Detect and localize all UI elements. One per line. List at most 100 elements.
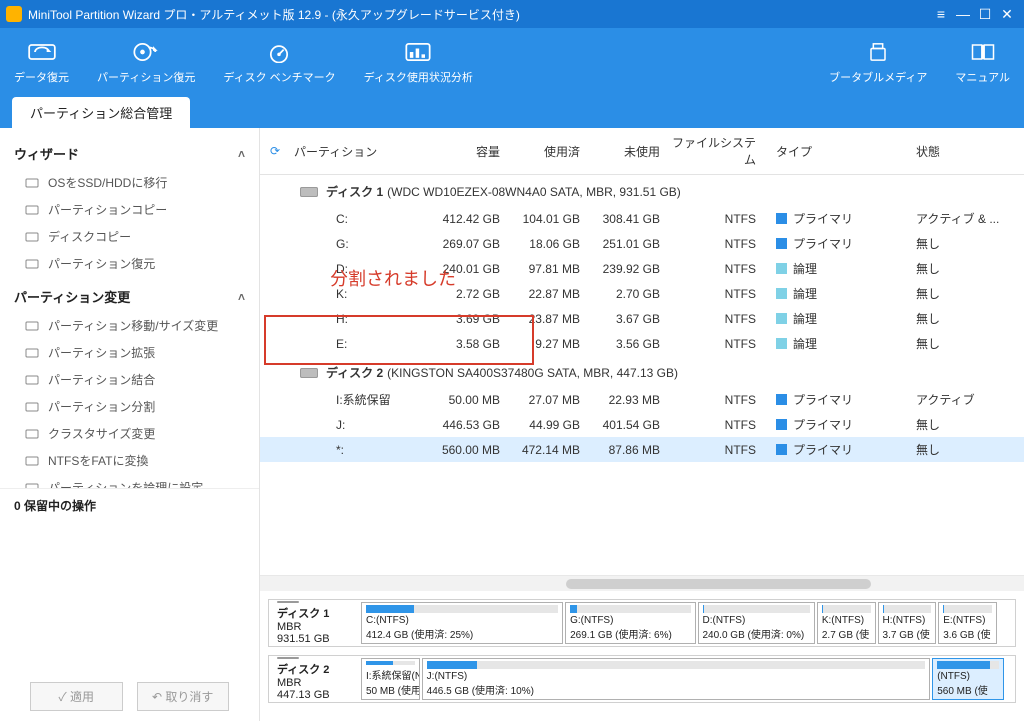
close-button[interactable]: ✕ <box>996 6 1018 23</box>
undo-button[interactable]: ↶ 取り消す <box>137 682 230 711</box>
cell-unused: 3.67 GB <box>590 312 670 326</box>
cell-partition: K: <box>290 287 430 301</box>
disk-header[interactable]: ディスク 1(WDC WD10EZEX-08WN4A0 SATA, MBR, 9… <box>260 175 1024 206</box>
refresh-button[interactable]: ⟳ <box>260 144 290 158</box>
disk-map-partition[interactable]: D:(NTFS)240.0 GB (使用済: 0%) <box>698 602 815 644</box>
tool-disk-benchmark[interactable]: ディスク ベンチマーク <box>209 35 349 91</box>
disk-map-header[interactable]: ディスク 2MBR447.13 GB <box>269 656 359 702</box>
dm-part-name: C:(NTFS) <box>366 615 558 626</box>
dm-part-sub: 3.7 GB (使 <box>883 626 932 641</box>
sidebar-item[interactable]: パーティション分割 <box>0 393 259 420</box>
cell-unused: 22.93 MB <box>590 393 670 407</box>
tool-partition-recovery[interactable]: パーティション復元 <box>83 35 209 91</box>
chevron-up-icon: ˄ <box>238 290 245 304</box>
sidebar-item-label: パーティション分割 <box>48 398 155 415</box>
tool-data-recovery[interactable]: データ復元 <box>0 35 83 91</box>
sidebar-item[interactable]: クラスタサイズ変更 <box>0 420 259 447</box>
disk-map-partition[interactable]: H:(NTFS)3.7 GB (使 <box>878 602 937 644</box>
tool-label: パーティション復元 <box>97 69 195 85</box>
tab-strip: パーティション総合管理 <box>0 98 1024 128</box>
disk-header[interactable]: ディスク 2(KINGSTON SA400S37480G SATA, MBR, … <box>260 356 1024 387</box>
sidebar-item[interactable]: パーティション拡張 <box>0 339 259 366</box>
sidebar-item[interactable]: パーティションを論理に設定 <box>0 474 259 488</box>
disk-map-partition[interactable]: J:(NTFS)446.5 GB (使用済: 10%) <box>422 658 931 700</box>
cell-type: 論理 <box>766 310 906 327</box>
partition-row[interactable]: C:412.42 GB104.01 GB308.41 GBNTFSプライマリアク… <box>260 206 1024 231</box>
cell-type: プライマリ <box>766 235 906 252</box>
cell-type: プライマリ <box>766 391 906 408</box>
sidebar-item-icon <box>24 426 40 442</box>
partition-table-body[interactable]: 分割されました ディスク 1(WDC WD10EZEX-08WN4A0 SATA… <box>260 175 1024 575</box>
cell-fs: NTFS <box>670 418 766 432</box>
partition-row[interactable]: H:3.69 GB23.87 MB3.67 GBNTFS論理無し <box>260 306 1024 331</box>
disk-usage-icon <box>404 41 432 63</box>
partition-row[interactable]: K:2.72 GB22.87 MB2.70 GBNTFS論理無し <box>260 281 1024 306</box>
tab-main[interactable]: パーティション総合管理 <box>12 97 190 128</box>
disk-map-header[interactable]: ディスク 1MBR931.51 GB <box>269 600 359 646</box>
sidebar-header-change[interactable]: パーティション変更 ˄ <box>0 277 259 312</box>
disk-map-partition[interactable]: K:(NTFS)2.7 GB (使 <box>817 602 876 644</box>
dm-part-sub: 446.5 GB (使用済: 10%) <box>427 682 926 697</box>
cell-type: 論理 <box>766 335 906 352</box>
cell-partition: *: <box>290 443 430 457</box>
cell-capacity: 240.01 GB <box>430 262 510 276</box>
partition-row[interactable]: J:446.53 GB44.99 GB401.54 GBNTFSプライマリ無し <box>260 412 1024 437</box>
disk-map-area: ディスク 1MBR931.51 GBC:(NTFS)412.4 GB (使用済:… <box>260 591 1024 721</box>
disk-map-partition[interactable]: (NTFS)560 MB (使 <box>932 658 1004 700</box>
content-area: ⟳ パーティション 容量 使用済 未使用 ファイルシステム タイプ 状態 分割さ… <box>260 128 1024 721</box>
disk-map-partition[interactable]: C:(NTFS)412.4 GB (使用済: 25%) <box>361 602 563 644</box>
type-swatch-icon <box>776 313 787 324</box>
cell-capacity: 269.07 GB <box>430 237 510 251</box>
dm-part-sub: 50 MB (使用 <box>366 682 415 697</box>
col-state: 状態 <box>906 143 1024 160</box>
col-capacity: 容量 <box>430 143 510 160</box>
partition-row[interactable]: *:560.00 MB472.14 MB87.86 MBNTFSプライマリ無し <box>260 437 1024 462</box>
partition-row[interactable]: G:269.07 GB18.06 GB251.01 GBNTFSプライマリ無し <box>260 231 1024 256</box>
cell-unused: 87.86 MB <box>590 443 670 457</box>
cell-unused: 308.41 GB <box>590 212 670 226</box>
chevron-up-icon: ˄ <box>238 147 245 161</box>
cell-used: 97.81 MB <box>510 262 590 276</box>
cell-fs: NTFS <box>670 237 766 251</box>
sidebar-item[interactable]: パーティションコピー <box>0 196 259 223</box>
tool-disk-usage[interactable]: ディスク使用状況分析 <box>350 35 487 91</box>
sidebar-item[interactable]: パーティション移動/サイズ変更 <box>0 312 259 339</box>
disk-map-partition[interactable]: G:(NTFS)269.1 GB (使用済: 6%) <box>565 602 695 644</box>
horizontal-scrollbar[interactable] <box>260 575 1024 591</box>
cell-state: 無し <box>906 441 1024 458</box>
disk-map-partition[interactable]: E:(NTFS)3.6 GB (使 <box>938 602 997 644</box>
sidebar-header-wizard[interactable]: ウィザード ˄ <box>0 134 259 169</box>
partition-row[interactable]: E:3.58 GB9.27 MB3.56 GBNTFS論理無し <box>260 331 1024 356</box>
col-partition: パーティション <box>290 143 430 160</box>
tool-bootable-media[interactable]: ブータブルメディア <box>815 35 941 91</box>
type-swatch-icon <box>776 444 787 455</box>
sidebar-item[interactable]: パーティション復元 <box>0 250 259 277</box>
sidebar-item[interactable]: NTFSをFATに変換 <box>0 447 259 474</box>
dm-part-name: G:(NTFS) <box>570 615 690 626</box>
minimize-button[interactable]: — <box>952 6 974 22</box>
tool-manual[interactable]: マニュアル <box>941 35 1024 91</box>
partition-row[interactable]: I:系統保留50.00 MB27.07 MB22.93 MBNTFSプライマリア… <box>260 387 1024 412</box>
cell-used: 22.87 MB <box>510 287 590 301</box>
maximize-button[interactable]: ☐ <box>974 6 996 23</box>
sidebar-item[interactable]: OSをSSD/HDDに移行 <box>0 169 259 196</box>
tool-label: マニュアル <box>955 69 1010 85</box>
type-swatch-icon <box>776 288 787 299</box>
sidebar-item[interactable]: ディスクコピー <box>0 223 259 250</box>
menu-icon[interactable]: ≡ <box>930 6 952 22</box>
sidebar-item-icon <box>24 453 40 469</box>
dm-part-sub: 240.0 GB (使用済: 0%) <box>703 626 810 641</box>
dm-part-name: D:(NTFS) <box>703 615 810 626</box>
apply-button[interactable]: ✓ 適用 <box>30 682 123 711</box>
disk-map-partition[interactable]: I:系統保留(N50 MB (使用 <box>361 658 420 700</box>
pending-operations-header: 0 保留中の操作 <box>0 488 259 522</box>
sidebar-item[interactable]: パーティション結合 <box>0 366 259 393</box>
cell-state: アクティブ & ... <box>906 210 1024 227</box>
cell-unused: 251.01 GB <box>590 237 670 251</box>
dm-part-name: (NTFS) <box>937 671 999 682</box>
cell-fs: NTFS <box>670 312 766 326</box>
dm-part-name: K:(NTFS) <box>822 615 871 626</box>
cell-fs: NTFS <box>670 287 766 301</box>
book-icon <box>969 41 997 63</box>
partition-row[interactable]: D:240.01 GB97.81 MB239.92 GBNTFS論理無し <box>260 256 1024 281</box>
